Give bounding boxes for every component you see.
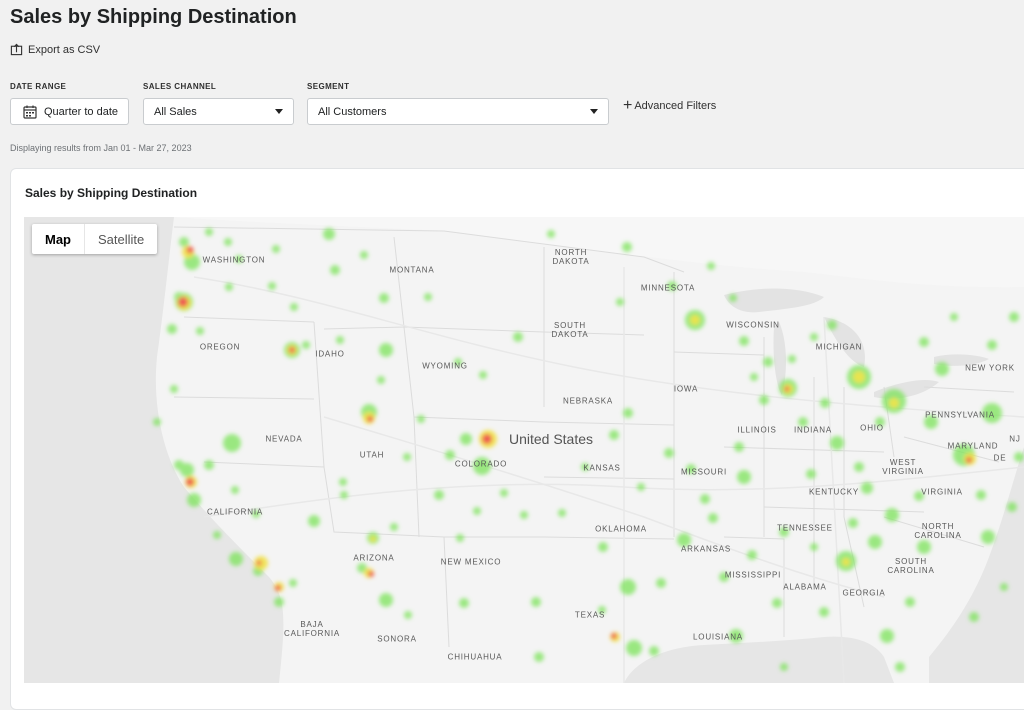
state-label: SOUTH CAROLINA (887, 557, 935, 575)
state-label: UTAH (359, 450, 385, 460)
state-label: OREGON (199, 342, 241, 352)
heatmap-layer (153, 228, 1024, 672)
state-label: NORTH DAKOTA (552, 248, 590, 266)
satellite-toggle-button[interactable]: Satellite (84, 224, 157, 254)
state-label: TENNESSEE (777, 523, 833, 533)
state-label: WYOMING (422, 361, 468, 371)
segment-label: SEGMENT (307, 82, 350, 91)
state-label: ARKANSAS (681, 544, 731, 554)
map-toggle-button[interactable]: Map (32, 224, 84, 254)
state-label: KANSAS (583, 463, 621, 473)
state-label: SOUTH DAKOTA (551, 321, 589, 339)
state-label: OHIO (860, 423, 884, 433)
state-label: NEBRASKA (563, 396, 613, 406)
state-label: COLORADO (454, 459, 508, 469)
date-range-button[interactable]: Quarter to date (10, 98, 129, 125)
state-label: MICHIGAN (815, 342, 863, 352)
state-label: IDAHO (315, 349, 345, 359)
state-label: KENTUCKY (809, 487, 859, 497)
date-range-label: DATE RANGE (10, 82, 67, 91)
export-csv-button[interactable]: Export as CSV (10, 43, 100, 56)
results-range-text: Displaying results from Jan 01 - Mar 27,… (10, 143, 192, 153)
state-label: WISCONSIN (726, 320, 780, 330)
page-title: Sales by Shipping Destination (10, 6, 297, 28)
state-label: NEW MEXICO (440, 557, 502, 567)
advanced-filters-button[interactable]: + Advanced Filters (623, 97, 717, 114)
state-label: ALABAMA (783, 582, 827, 592)
advanced-filters-label: Advanced Filters (634, 100, 717, 112)
state-label: MARYLAND (947, 441, 999, 451)
state-label: TEXAS (574, 610, 606, 620)
state-label: GEORGIA (842, 588, 886, 598)
state-label: ARIZONA (353, 553, 395, 563)
state-label: PENNSYLVANIA (925, 410, 995, 420)
segment-value: All Customers (318, 105, 387, 118)
state-label: OKLAHOMA (595, 524, 647, 534)
sales-channel-select[interactable]: All Sales (143, 98, 294, 125)
state-label: VIRGINIA (921, 487, 963, 497)
state-label: MONTANA (389, 265, 435, 275)
sales-channel-label: SALES CHANNEL (143, 82, 217, 91)
card-title: Sales by Shipping Destination (25, 186, 198, 200)
sales-channel-value: All Sales (154, 105, 197, 118)
map-type-toggle[interactable]: Map Satellite (32, 224, 158, 254)
state-label: NORTH CAROLINA (914, 522, 962, 540)
state-label: MISSISSIPPI (724, 570, 782, 580)
state-label: WASHINGTON (202, 255, 266, 265)
date-range-value: Quarter to date (44, 105, 118, 118)
segment-select[interactable]: All Customers (307, 98, 609, 125)
state-label: ILLINOIS (737, 425, 777, 435)
state-label: INDIANA (793, 425, 833, 435)
heatmap-map[interactable]: WASHINGTON MONTANA NORTH DAKOTA MINNESOTA ORE… (24, 217, 1024, 683)
country-label: United States (508, 431, 594, 447)
state-label: LOUISIANA (693, 632, 743, 642)
chevron-down-icon (275, 109, 283, 114)
state-label: BAJA CALIFORNIA (283, 620, 341, 638)
plus-icon: + (623, 97, 633, 114)
chevron-down-icon (590, 109, 598, 114)
state-label: IOWA (673, 384, 699, 394)
state-label: SONORA (377, 634, 417, 644)
state-label: CHIHUAHUA (447, 652, 503, 662)
state-label: NJ (1009, 434, 1021, 444)
state-label: DE (993, 453, 1007, 463)
calendar-icon (23, 105, 37, 119)
export-label: Export as CSV (28, 43, 101, 56)
state-label: NEVADA (265, 434, 303, 444)
heat-points-low (153, 228, 1024, 672)
state-label: MISSOURI (681, 467, 727, 477)
state-label: CALIFORNIA (206, 507, 264, 517)
state-label: NEW YORK (965, 363, 1015, 373)
state-label: MINNESOTA (640, 283, 696, 293)
export-icon (10, 43, 23, 56)
state-label: WEST VIRGINIA (882, 458, 924, 476)
